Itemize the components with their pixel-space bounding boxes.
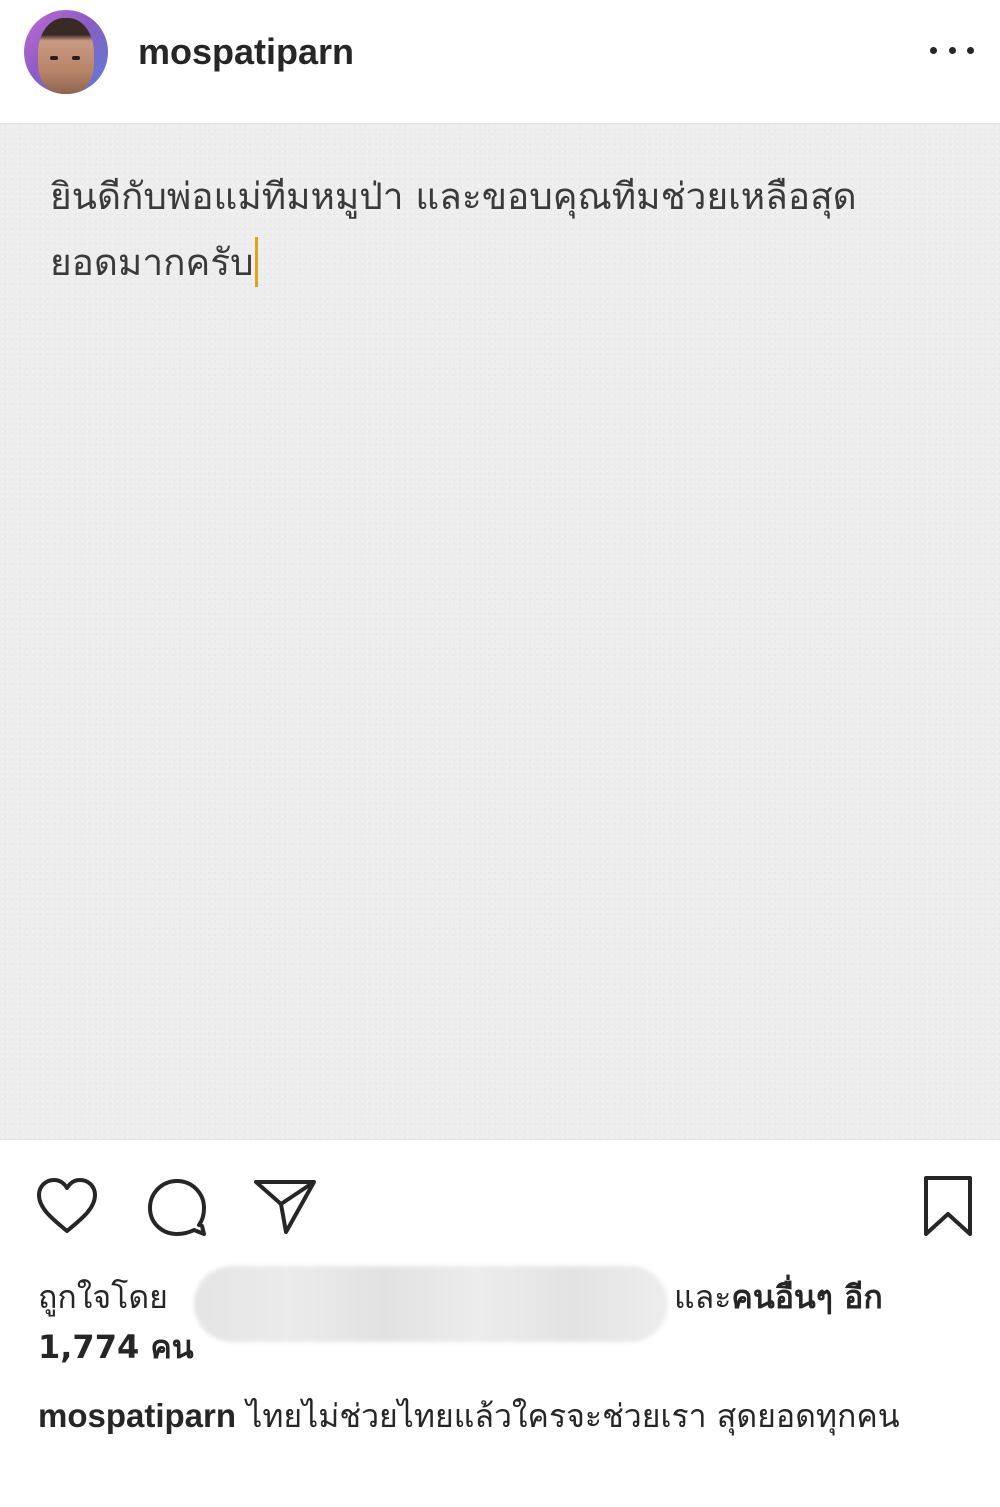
heart-icon[interactable] <box>34 1174 100 1240</box>
likes-others[interactable]: และคนอื่นๆ อีก <box>674 1272 883 1322</box>
post-image-text-line2: ยอดมากครับ <box>50 241 254 284</box>
text-caret <box>254 237 258 287</box>
post-username[interactable]: mospatiparn <box>138 30 354 74</box>
liked-by-users-blurred[interactable] <box>194 1266 668 1342</box>
likes-prefix: ถูกใจโดย <box>38 1278 168 1316</box>
send-icon[interactable] <box>252 1174 318 1240</box>
more-options-icon[interactable] <box>930 38 974 62</box>
bookmark-icon[interactable] <box>918 1174 978 1240</box>
avatar[interactable] <box>24 10 108 94</box>
avatar-eye <box>50 56 58 60</box>
action-bar <box>0 1160 1000 1250</box>
post-image[interactable]: ยินดีกับพ่อแม่ทีมหมูป่า และขอบคุณทีมช่วย… <box>0 123 1000 1140</box>
likes-others-label: คนอื่นๆ <box>731 1278 833 1316</box>
comment-icon[interactable] <box>144 1174 210 1240</box>
likes-and: และ <box>674 1278 732 1316</box>
post-image-text-line1: ยินดีกับพ่อแม่ทีมหมูป่า และขอบคุณทีมช่วย… <box>50 175 857 218</box>
avatar-face <box>38 18 94 94</box>
instagram-post: mospatiparn ยินดีกับพ่อแม่ทีมหมูป่า และข… <box>0 0 1000 1507</box>
post-image-text: ยินดีกับพ่อแม่ทีมหมูป่า และขอบคุณทีมช่วย… <box>50 164 960 296</box>
likes-more: อีก <box>832 1278 883 1316</box>
likes-summary: ถูกใจโดย และคนอื่นๆ อีก 1,774 คน <box>38 1266 968 1372</box>
caption-username[interactable]: mospatiparn <box>38 1397 236 1434</box>
post-header: mospatiparn <box>0 0 1000 123</box>
caption-text: ไทยไม่ช่วยไทยแล้วใครจะช่วยเรา สุดยอดทุกค… <box>246 1397 900 1435</box>
post-caption: mospatiparn ไทยไม่ช่วยไทยแล้วใครจะช่วยเร… <box>38 1392 968 1440</box>
avatar-eye <box>72 56 80 60</box>
